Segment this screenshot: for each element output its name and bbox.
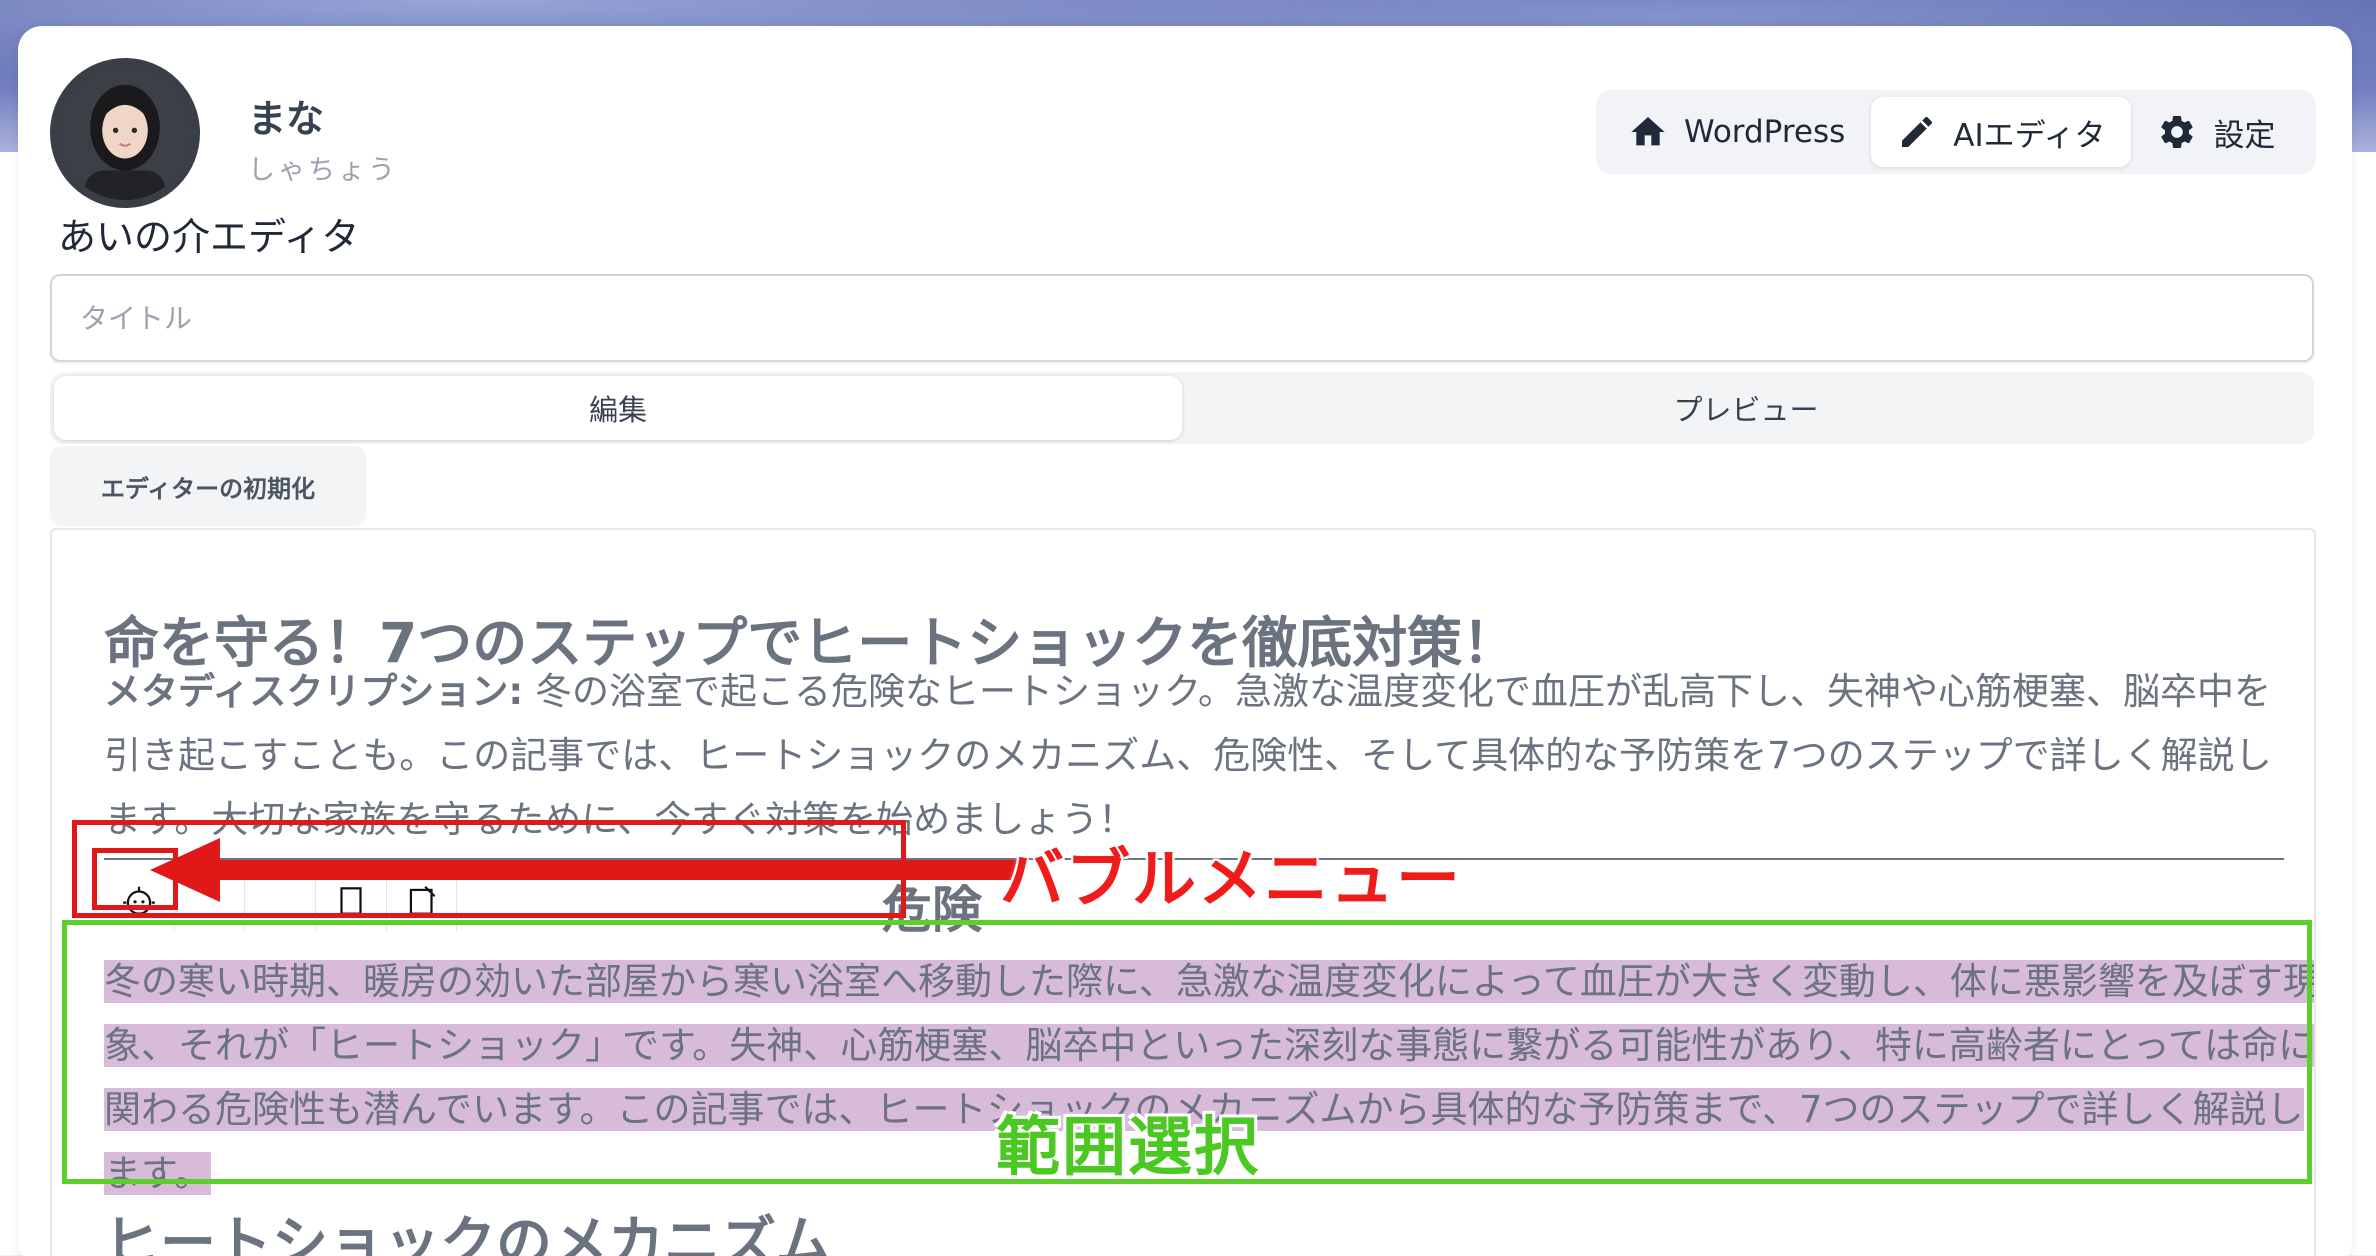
nav-item-settings[interactable]: 設定 <box>2131 97 2301 167</box>
nav-item-wordpress[interactable]: WordPress <box>1602 97 1871 167</box>
avatar[interactable] <box>50 58 200 208</box>
meta-label: メタディスクリプション: <box>104 670 524 713</box>
pencil-icon <box>1902 116 1933 147</box>
section-heading-mechanism: ヒートショックのメカニズム <box>104 1211 832 1256</box>
app-title: あいの介エディタ <box>58 215 360 259</box>
nav-item-label: AIエディタ <box>1953 117 2106 154</box>
title-input[interactable] <box>50 274 2314 362</box>
reset-editor-button[interactable]: エディターの初期化 <box>50 446 366 526</box>
nav-item-ai-editor[interactable]: AIエディタ <box>1871 97 2132 167</box>
selection-label: 範囲選択 <box>996 1111 1260 1185</box>
nav-item-label: 設定 <box>2213 117 2276 154</box>
top-nav: WordPress AIエディタ 設定 <box>1596 90 2316 174</box>
tab-preview[interactable]: プレビュー <box>1182 376 2310 440</box>
bubble-menu-label: バブルメニュー <box>999 842 1462 919</box>
arrow-icon <box>150 838 1020 902</box>
avatar-image <box>58 66 192 200</box>
tab-edit[interactable]: 編集 <box>54 376 1182 440</box>
nav-item-label: WordPress <box>1684 114 1846 150</box>
user-name: まな <box>248 97 325 141</box>
gear-icon <box>2161 115 2194 149</box>
user-role: しゃちょう <box>248 155 398 186</box>
home-icon <box>1631 117 1665 146</box>
editor-tabs: 編集 プレビュー <box>50 372 2314 444</box>
